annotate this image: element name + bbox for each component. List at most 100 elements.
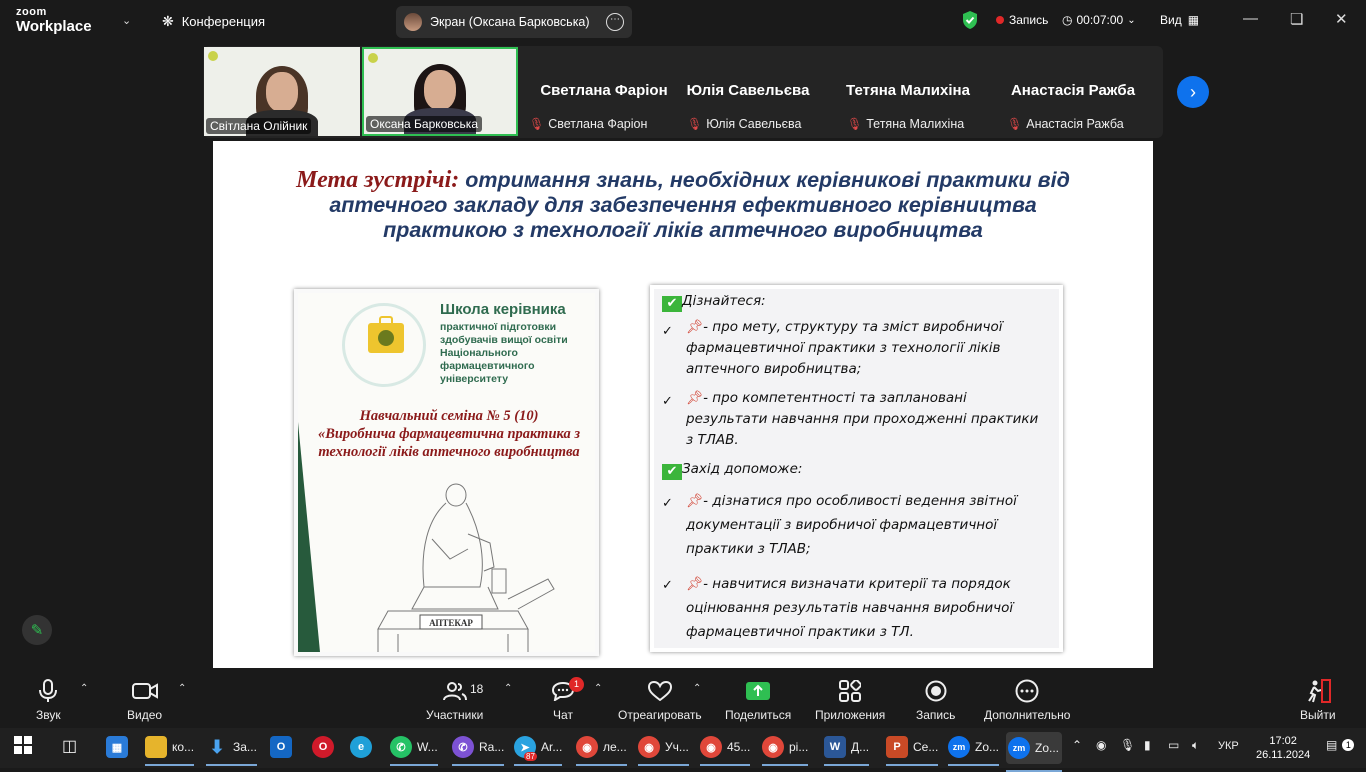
notification-count: 1 — [1342, 739, 1355, 751]
taskbar-label: За... — [233, 740, 257, 754]
tick-icon: ✓ — [662, 495, 673, 510]
title-bar: zoom Workplace ⌄ ❋ Конференция Экран (Ок… — [0, 0, 1366, 42]
meeting-toolbar: Звук ⌃ Видео ⌃ Участники 18 ⌃ Чат 1 ⌃ От… — [0, 671, 1366, 728]
chevron-up-icon[interactable]: ⌃ — [594, 683, 602, 694]
share-button[interactable]: Поделиться — [725, 677, 791, 722]
meeting-info-button[interactable]: ❋ Конференция — [162, 13, 265, 30]
chevron-up-icon[interactable]: ⌃ — [693, 683, 701, 694]
muted-mic-icon: 🎙︎ — [529, 117, 545, 131]
tray-battery-icon[interactable]: ▮ — [1144, 738, 1151, 752]
task-view-icon: ◫ — [62, 738, 78, 755]
participant-tile-name[interactable]: Тетяна Малихіна — [833, 82, 983, 99]
view-button[interactable]: Вид ▦ — [1160, 13, 1199, 27]
start-button[interactable] — [14, 736, 32, 754]
paw-icon: ❋ — [162, 13, 174, 29]
pushpin-icon: 📌︎ — [686, 390, 704, 406]
heading-text: Дізнайтеся: — [682, 293, 766, 309]
tray-camera-icon[interactable]: ◉ — [1096, 738, 1106, 752]
participant-tile-name[interactable]: Юлія Савельєва — [673, 82, 823, 99]
chevron-down-icon[interactable]: ⌄ — [1127, 15, 1135, 26]
leave-button[interactable]: Выйти — [1300, 677, 1336, 722]
zoom-logo[interactable]: zoom Workplace — [16, 7, 92, 35]
bullet-text: - дізнатися про особливості ведення звіт… — [686, 493, 1017, 557]
taskbar-edge[interactable]: e — [350, 736, 372, 758]
taskbar-label: Ar... — [541, 740, 563, 754]
record-button[interactable]: Запись — [916, 677, 955, 722]
close-icon[interactable]: ✕ — [1335, 10, 1348, 28]
seminar-topic: «Виробнича фармацевтична практика з техн… — [317, 426, 581, 460]
more-options-icon[interactable]: ⋯ — [606, 13, 624, 31]
more-button[interactable]: Дополнительно — [984, 677, 1070, 722]
taskbar-outlook[interactable]: O — [270, 736, 292, 758]
taskbar-zoom-1[interactable]: zm Zo... — [948, 736, 1000, 766]
whatsapp-icon: ✆ — [390, 736, 412, 758]
chevron-up-icon[interactable]: ⌃ — [178, 683, 186, 694]
chevron-up-icon[interactable]: ⌃ — [80, 683, 88, 694]
meeting-title: Конференция — [181, 14, 266, 29]
taskbar-store[interactable]: ▦ — [106, 736, 128, 758]
leave-label: Выйти — [1300, 708, 1336, 722]
taskbar-label: Д... — [851, 740, 870, 754]
leave-icon — [1305, 677, 1331, 705]
seminar-title: Навчальний семіна № 5 (10) «Виробнича фа… — [314, 407, 584, 461]
chevron-up-icon: ⌃ — [1072, 738, 1083, 752]
chevron-down-icon[interactable]: ⌄ — [122, 14, 131, 27]
section-heading-learn: ✔ Дізнайтеся: — [662, 291, 766, 312]
video-tile[interactable]: Світлана Олійник — [204, 47, 360, 136]
taskbar-clock[interactable]: 17:02 26.11.2024 — [1256, 734, 1310, 762]
windows-logo-icon — [14, 736, 32, 754]
camera-icon — [131, 677, 158, 705]
share-label: Поделиться — [725, 708, 792, 722]
security-shield-icon[interactable] — [961, 10, 979, 35]
viber-icon: ✆ — [452, 736, 474, 758]
participant-tile-label: 🎙︎ Светлана Фаріон — [529, 117, 647, 131]
taskbar-chrome-1[interactable]: ◉ ле... — [576, 736, 627, 766]
participant-strip: Світлана Олійник Оксана Барковська Светл… — [203, 46, 1163, 138]
recording-indicator[interactable]: Запись — [996, 13, 1048, 27]
taskbar-explorer[interactable]: ко... — [145, 736, 195, 766]
taskbar-chrome-3[interactable]: ◉ 45... — [700, 736, 751, 766]
taskbar-chrome-2[interactable]: ◉ Уч... — [638, 736, 689, 766]
task-view-button[interactable]: ◫ — [62, 736, 77, 756]
minimize-icon[interactable]: — — [1243, 10, 1258, 27]
participant-tile-name[interactable]: Светлана Фаріон — [529, 82, 679, 99]
chevron-up-icon[interactable]: ⌃ — [504, 683, 512, 694]
taskbar-viber[interactable]: ✆ Ra... — [452, 736, 505, 766]
taskbar-downloads[interactable]: ⬇ За... — [206, 736, 257, 766]
notification-center-button[interactable]: ▤ 1 — [1326, 738, 1355, 752]
tray-network-icon[interactable]: ▭ — [1168, 738, 1179, 752]
screen-share-pill[interactable]: Экран (Оксана Барковська) ⋯ — [396, 6, 632, 38]
language-indicator[interactable]: УКР — [1218, 740, 1239, 752]
react-button[interactable]: Отреагировать — [618, 677, 702, 722]
video-button[interactable]: Видео — [127, 677, 162, 722]
taskbar-powerpoint[interactable]: P Се... — [886, 736, 939, 766]
taskbar-chrome-4[interactable]: ◉ рі... — [762, 736, 809, 766]
annotate-pen-button[interactable]: ✎ — [22, 615, 52, 645]
audio-button[interactable]: Звук — [36, 677, 61, 722]
taskbar-word[interactable]: W Д... — [824, 736, 870, 766]
muted-mic-icon: 🎙︎ — [847, 117, 863, 131]
restore-icon[interactable]: ❏ — [1290, 10, 1303, 28]
view-label: Вид — [1160, 13, 1182, 27]
taskbar-zoom-2-active[interactable]: zm Zo... — [1006, 732, 1062, 772]
taskbar-whatsapp[interactable]: ✆ W... — [390, 736, 438, 766]
video-tile-active-speaker[interactable]: Оксана Барковська — [362, 47, 518, 136]
tray-volume-icon[interactable]: 🔈︎ — [1192, 738, 1199, 753]
tray-mic-icon[interactable]: 🎙︎ — [1120, 738, 1135, 752]
pushpin-icon: 📌︎ — [686, 576, 704, 592]
taskbar-telegram[interactable]: ➤ Ar... — [514, 736, 563, 766]
powerpoint-icon: P — [886, 736, 908, 758]
taskbar-opera[interactable]: O — [312, 736, 334, 758]
taskbar-label: Ra... — [479, 740, 505, 754]
record-icon — [925, 677, 947, 705]
participant-tile-name[interactable]: Анастасія Ражба — [998, 82, 1148, 99]
next-page-button[interactable]: › — [1177, 76, 1209, 108]
participants-count: 18 — [470, 682, 484, 696]
tray-overflow-button[interactable]: ⌃ — [1072, 738, 1082, 752]
poster-card: Школа керівника практичної підготовки зд… — [294, 289, 599, 656]
chrome-icon: ◉ — [576, 736, 598, 758]
taskbar-label: Уч... — [665, 740, 689, 754]
apps-button[interactable]: Приложения — [815, 677, 885, 722]
bullet-text: - про компетентності та заплановані резу… — [686, 390, 1039, 448]
taskbar-label: 45... — [727, 740, 751, 754]
